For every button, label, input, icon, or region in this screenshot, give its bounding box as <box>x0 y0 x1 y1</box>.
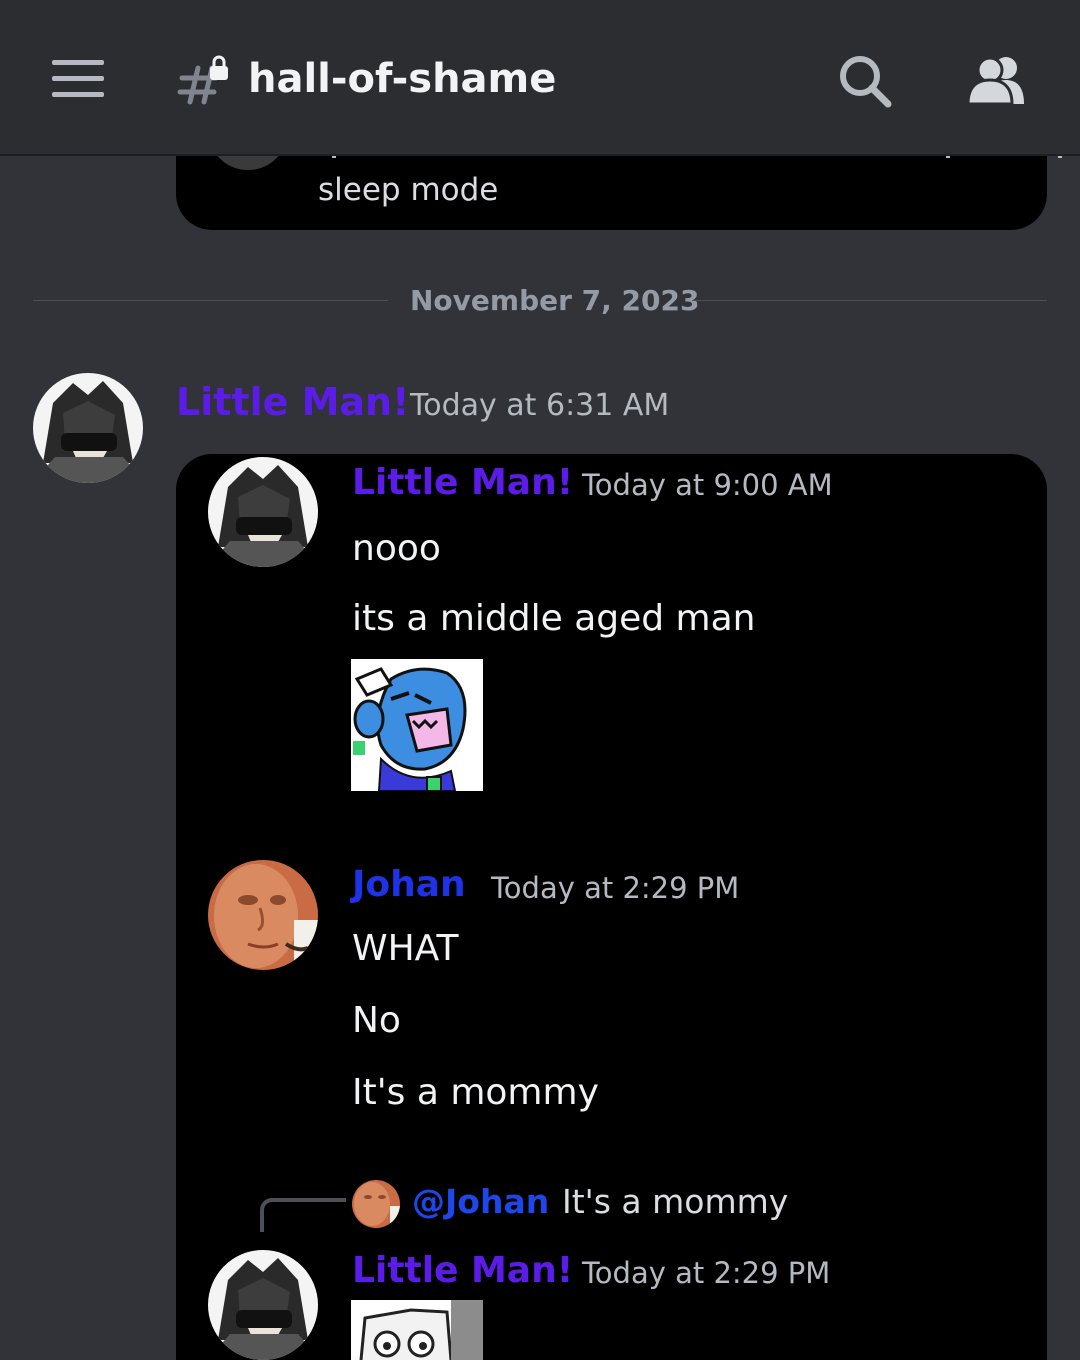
hamburger-menu-icon[interactable] <box>52 60 104 98</box>
divider-line <box>692 300 1047 301</box>
embed-text: sleep mode <box>318 172 499 208</box>
avatar[interactable] <box>33 373 143 483</box>
message-timestamp: Today at 6:31 AM <box>410 388 670 423</box>
message-text: its a middle aged man <box>352 598 756 639</box>
message-timestamp: Today at 2:29 PM <box>582 1256 831 1290</box>
date-divider: November 7, 2023 <box>410 284 700 317</box>
message-author[interactable]: Johan <box>352 864 466 905</box>
sticker-image[interactable] <box>351 659 483 791</box>
divider-line <box>33 300 388 301</box>
message-timestamp: Today at 2:29 PM <box>491 871 740 905</box>
reply-connector <box>260 1198 346 1232</box>
channel-title: hall-of-shame <box>248 56 557 102</box>
avatar[interactable] <box>208 1250 318 1360</box>
message-text: nooo <box>352 528 441 569</box>
avatar[interactable] <box>208 860 318 970</box>
members-icon[interactable] <box>966 54 1028 106</box>
avatar[interactable] <box>208 457 318 567</box>
reply-preview-text[interactable]: It's a mommy <box>562 1182 788 1221</box>
reply-mention[interactable]: @Johan <box>412 1182 549 1221</box>
message-text: WHAT <box>352 928 459 969</box>
locked-channel-hash-icon <box>177 55 228 105</box>
message-author[interactable]: Little Man! <box>352 1250 573 1291</box>
message-text: No <box>352 1000 401 1041</box>
reply-avatar[interactable] <box>352 1180 400 1228</box>
message-text: It's a mommy <box>352 1072 599 1113</box>
search-icon[interactable] <box>838 54 892 108</box>
channel-header: hall-of-shame <box>0 0 1080 156</box>
sticker-image[interactable] <box>351 1300 483 1360</box>
message-timestamp: Today at 9:00 AM <box>582 468 833 502</box>
message-author[interactable]: Little Man! <box>352 462 573 503</box>
message-author[interactable]: Little Man! <box>176 380 409 424</box>
